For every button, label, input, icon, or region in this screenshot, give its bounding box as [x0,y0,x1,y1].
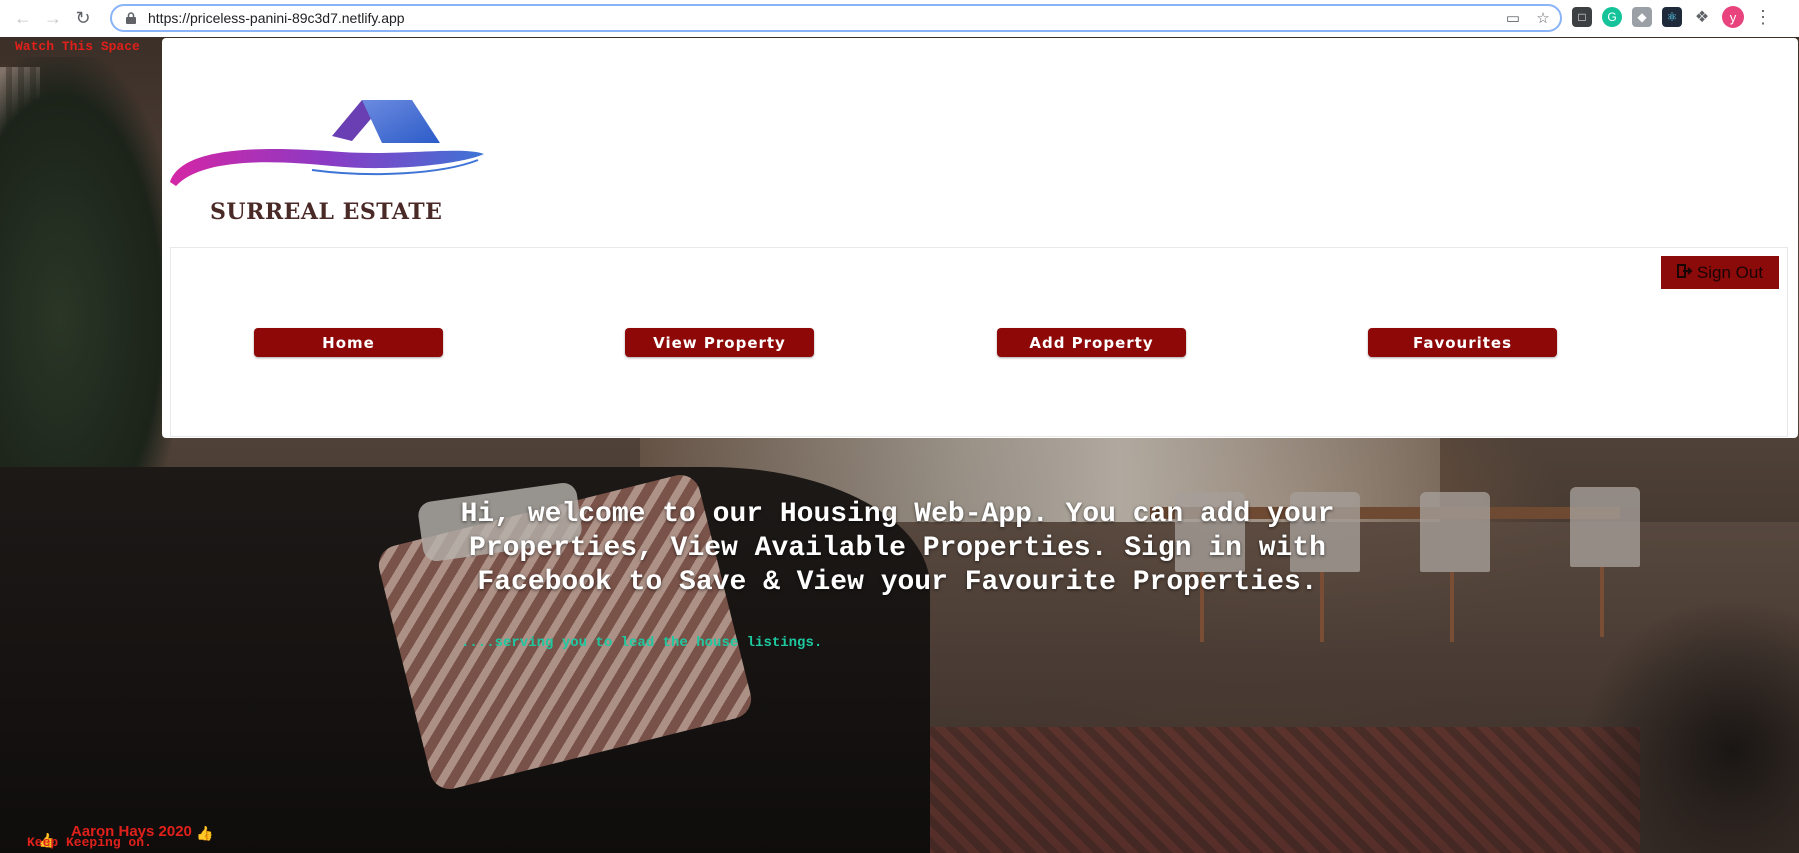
footer-slogan: Keep Keeping on. [27,835,152,850]
house-logo-icon [170,100,484,186]
extension-icon[interactable]: □ [1572,7,1592,27]
menu-icon[interactable]: ⋮ [1754,7,1772,28]
background-chair [1570,487,1640,567]
lock-icon[interactable] [124,11,138,25]
forward-arrow-icon[interactable]: → [38,4,68,34]
corner-text: Watch This Space [15,39,140,54]
address-bar[interactable]: ▭ ☆ [110,4,1562,32]
nav-home-button[interactable]: Home [254,328,443,357]
url-input[interactable] [146,9,1450,27]
sign-out-button[interactable]: Sign Out [1661,256,1779,289]
grammarly-icon[interactable]: G [1602,7,1622,27]
react-devtools-icon[interactable]: ⚛ [1662,7,1682,27]
back-arrow-icon[interactable]: ← [8,4,38,34]
logo-text: SURREAL ESTATE [210,199,443,225]
background-chair-leg [1450,572,1454,642]
nav-favourites-button[interactable]: Favourites [1368,328,1557,357]
sign-out-label: Sign Out [1696,262,1764,282]
extensions-bar: □ G ◆ ⚛ ❖ y ⋮ [1572,6,1772,28]
header-panel: SURREAL ESTATE Sign Out Home View Proper… [162,38,1798,438]
thumbs-up-icon: 👍 [196,825,214,841]
welcome-message: Hi, welcome to our Housing Web-App. You … [460,499,1335,598]
tagline: ....serving you to lead the house listin… [461,635,823,651]
shield-icon[interactable]: ◆ [1632,7,1652,27]
nav-add-property-button[interactable]: Add Property [997,328,1186,357]
reload-icon[interactable]: ↻ [68,4,98,34]
avatar[interactable]: y [1722,6,1744,28]
browser-toolbar: ← → ↻ ▭ ☆ □ G ◆ ⚛ ❖ y ⋮ [0,0,1799,38]
puzzle-icon[interactable]: ❖ [1692,7,1712,27]
navigation-bar: Sign Out Home View Property Add Property… [170,247,1788,437]
background-rug [860,727,1640,853]
cast-icon[interactable]: ▭ [1504,9,1522,27]
background-shadow [1579,597,1799,853]
nav-view-property-button[interactable]: View Property [625,328,814,357]
signout-icon [1676,263,1693,283]
page-content: Watch This Space SURREAL ESTATE Sign Out… [0,37,1799,853]
background-chair [1420,492,1490,572]
star-icon[interactable]: ☆ [1534,9,1552,27]
